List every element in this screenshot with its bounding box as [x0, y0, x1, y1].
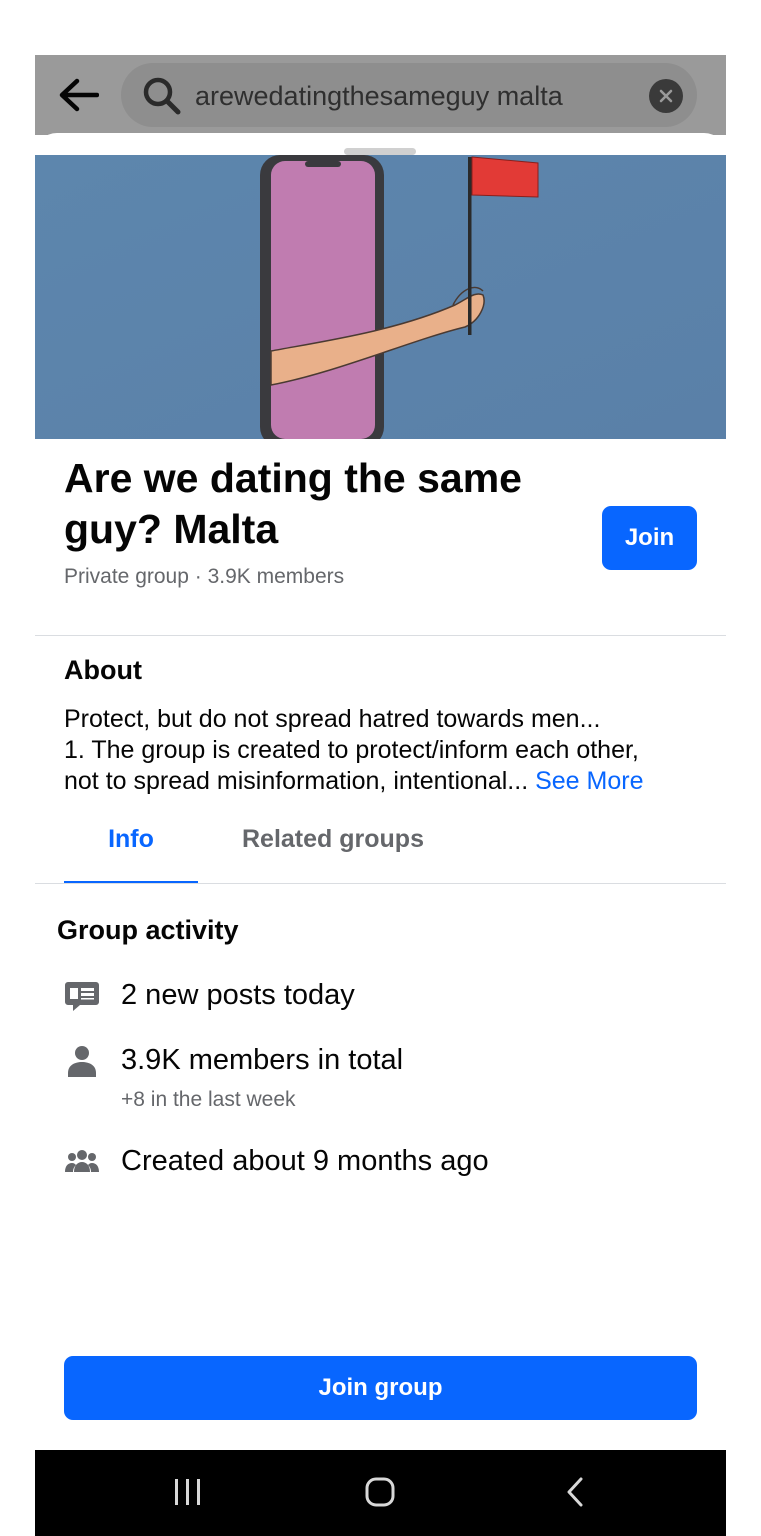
group-activity-heading: Group activity [57, 915, 239, 945]
recent-apps-button[interactable] [158, 1470, 218, 1514]
back-button[interactable] [53, 73, 103, 117]
search-icon [143, 77, 181, 115]
close-icon [659, 89, 673, 103]
activity-created-text: Created about 9 months ago [121, 1145, 489, 1177]
see-more-link[interactable]: See More [535, 767, 643, 795]
posts-icon [65, 982, 99, 1011]
about-line: 1. The group is created to protect/infor… [64, 736, 639, 764]
phone-screen: arewedatingthesameguy malta Are we datin… [35, 55, 726, 1536]
chevron-left-icon [567, 1477, 583, 1507]
group-title: Are we dating the same guy? Malta [64, 455, 522, 552]
person-icon [68, 1046, 96, 1077]
group-people-icon [65, 1150, 99, 1172]
home-icon [365, 1477, 395, 1507]
divider [35, 883, 726, 884]
system-back-button[interactable] [545, 1470, 605, 1514]
about-description: Protect, but do not spread hatred toward… [64, 704, 704, 797]
group-preview-sheet: Are we dating the same guy? Malta Privat… [35, 133, 726, 1451]
search-bar: arewedatingthesameguy malta [35, 55, 726, 135]
search-query-text: arewedatingthesameguy malta [195, 81, 563, 111]
about-line: Protect, but do not spread hatred toward… [64, 705, 601, 733]
recent-apps-icon [175, 1479, 200, 1505]
activity-posts-text: 2 new posts today [121, 979, 355, 1011]
group-privacy-members: Private group · 3.9K members [64, 565, 345, 588]
tab-related-groups[interactable]: Related groups [242, 825, 424, 854]
drag-handle[interactable] [344, 148, 416, 155]
android-nav-bar [35, 1450, 726, 1536]
activity-members-growth: +8 in the last week [121, 1088, 296, 1111]
join-group-button[interactable]: Join group [64, 1356, 697, 1420]
join-button[interactable]: Join [602, 506, 697, 570]
clear-search-button[interactable] [649, 79, 683, 113]
back-arrow-icon [59, 78, 99, 112]
activity-members-text: 3.9K members in total [121, 1044, 404, 1076]
about-heading: About [64, 655, 142, 685]
about-line-last: not to spread misinformation, intentiona… [64, 766, 704, 797]
divider [35, 635, 726, 636]
about-line: not to spread misinformation, intentiona… [64, 767, 529, 795]
search-input[interactable]: arewedatingthesameguy malta [121, 63, 697, 127]
tab-info-label: Info [108, 825, 154, 853]
group-cover-photo [35, 155, 726, 439]
home-button[interactable] [350, 1470, 410, 1514]
tab-info[interactable]: Info [64, 823, 198, 883]
